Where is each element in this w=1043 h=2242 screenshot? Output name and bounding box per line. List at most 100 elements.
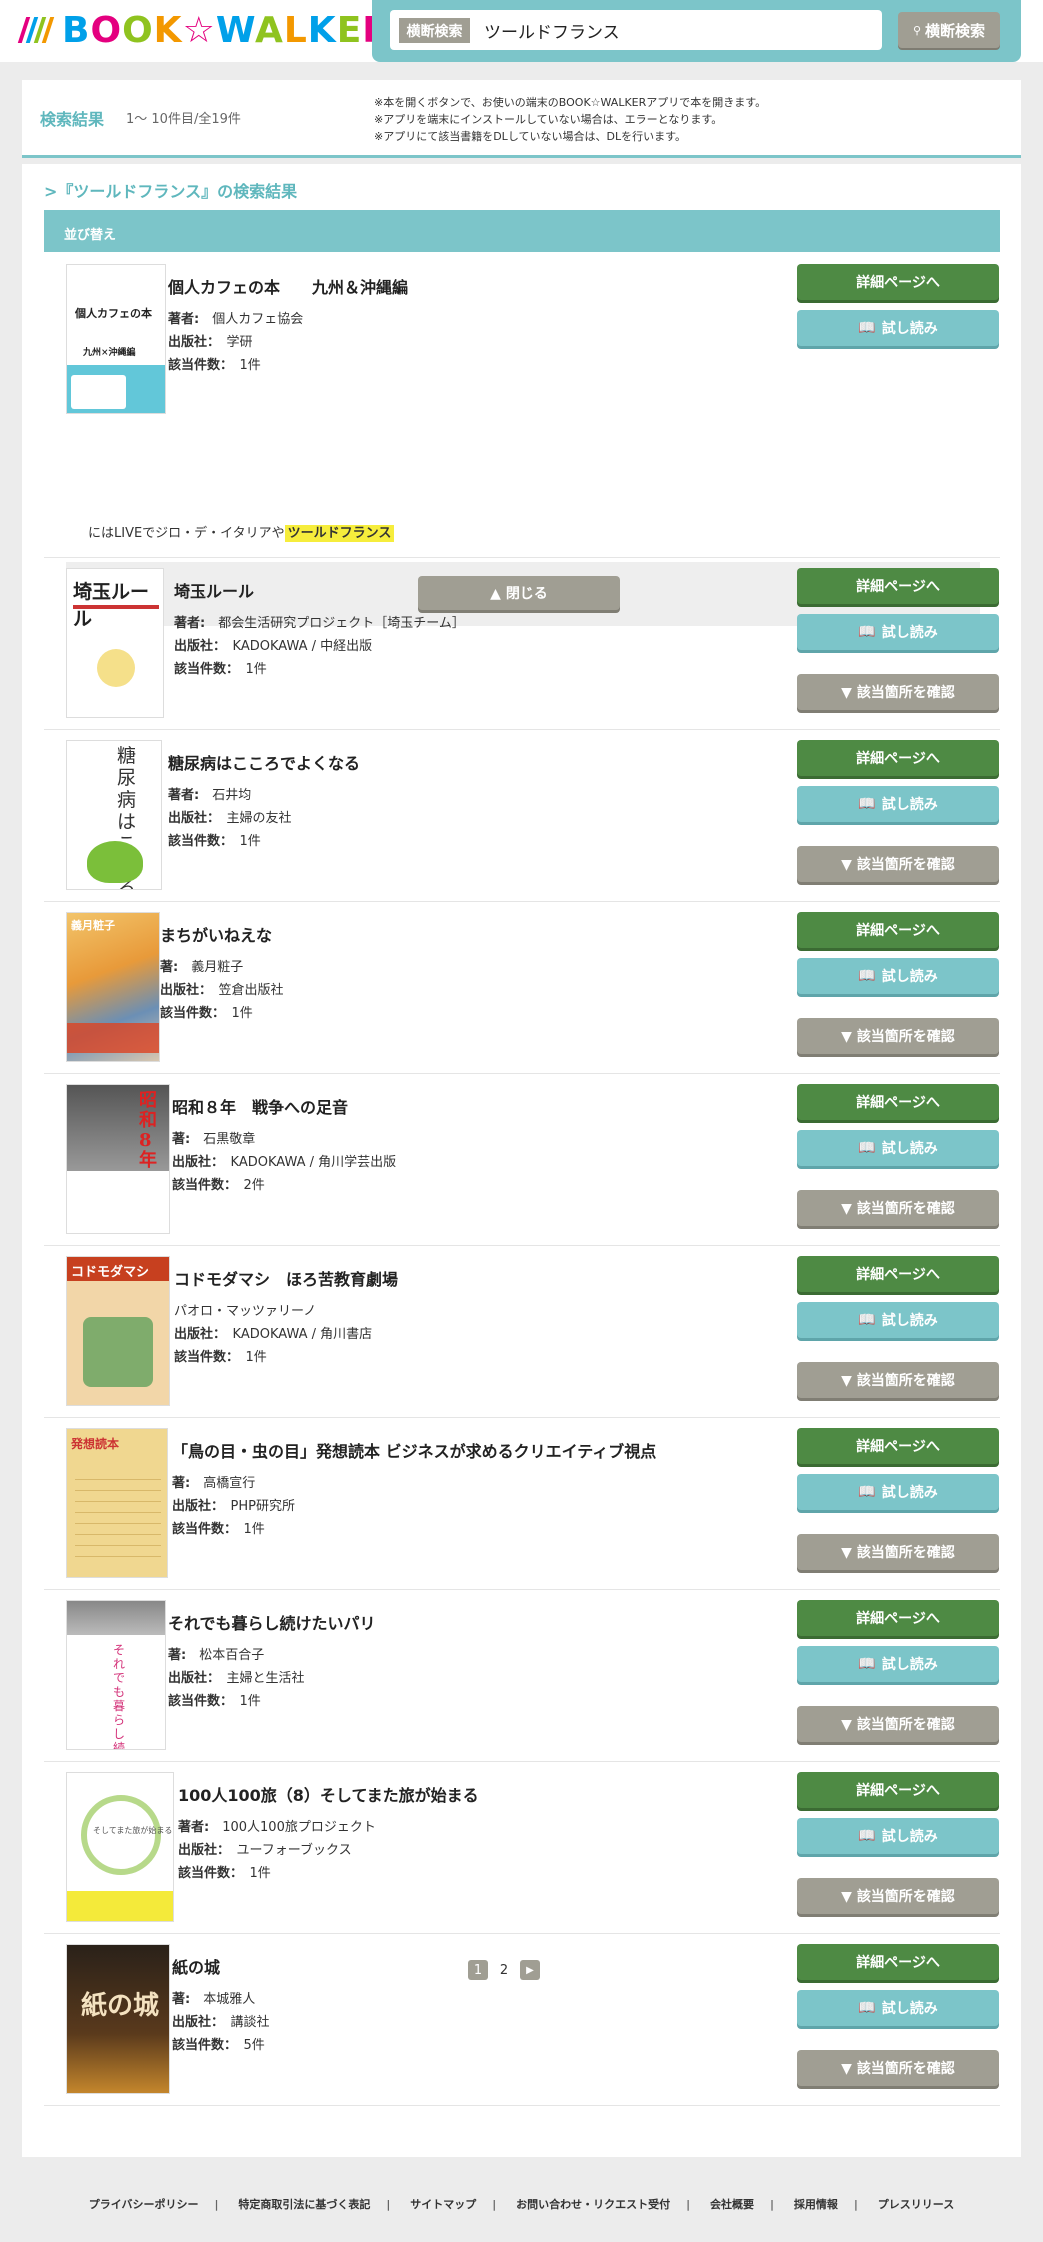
detail-button[interactable]: 詳細ページへ [797,264,999,300]
detail-button[interactable]: 詳細ページへ [797,912,999,948]
trial-button-label: 試し読み [881,1829,938,1845]
book-title[interactable]: 「鳥の目・虫の目」発想読本 ビジネスが求めるクリエイティブ視点 [172,1438,656,1462]
check-location-button[interactable]: ▼ 該当箇所を確認 [797,1190,999,1226]
author-label: 著: [172,1132,191,1147]
trial-button-label: 試し読み [881,969,938,985]
book-title[interactable]: 埼玉ルール [174,578,465,602]
author-label: 著: [168,1648,187,1663]
footer-link-privacy[interactable]: プライバシーポリシー [89,2198,199,2211]
cover-title: そしてまた旅が始まる [93,1826,173,1835]
result-item: 義月粧子 まちがいねえな 著: 義月粧子 出版社： 笠倉出版社 該当件数： 1件… [44,902,1000,1074]
book-info: 埼玉ルール 著者: 都会生活研究プロジェクト［埼玉チーム］ 出版社： KADOK… [174,578,465,681]
book-cover[interactable]: それでも暮らし続けたいパリ [66,1600,166,1750]
footer-link-sitemap[interactable]: サイトマップ [410,2198,476,2211]
book-icon: 📖 [858,1140,876,1156]
result-count: 1〜 10件目/全19件 [126,112,241,127]
page-current: 1 [468,1960,488,1980]
book-cover[interactable]: 埼玉ルール [66,568,164,718]
footer-link-company[interactable]: 会社概要 [710,2198,754,2211]
header: BOOK☆WALKER 横断検索 ⚲ 横断検索 [0,0,1043,62]
page-2-link[interactable]: 2 [494,1960,514,1980]
logo-text: BOOK☆WALKER [62,9,390,51]
book-icon: 📖 [858,1656,876,1672]
book-cover[interactable]: 糖尿病はこころでよくなる [66,740,162,890]
author: 義月粧子 [191,960,244,975]
check-location-button[interactable]: ▼ 該当箇所を確認 [797,2050,999,2086]
trial-button[interactable]: 📖 試し読み [797,1818,999,1854]
check-location-button[interactable]: ▼ 該当箇所を確認 [797,1018,999,1054]
check-location-button[interactable]: ▼ 該当箇所を確認 [797,846,999,882]
author: 石黒敬章 [203,1132,256,1147]
book-cover[interactable]: 個人カフェの本 九州×沖縄編 [66,264,166,414]
pagination: 1 2 ▶ [468,1960,540,1980]
note-line: ※アプリにて該当書籍をDLしていない場合は、DLを行います。 [374,130,686,143]
hits: 1件 [239,834,261,849]
book-info: それでも暮らし続けたいパリ 著: 松本百合子 出版社： 主婦と生活社 該当件数：… [168,1610,376,1713]
author: 個人カフェ協会 [212,312,304,327]
check-location-button[interactable]: ▼ 該当箇所を確認 [797,1362,999,1398]
footer-link-press[interactable]: プレスリリース [878,2198,954,2211]
detail-button[interactable]: 詳細ページへ [797,1256,999,1292]
book-icon: 📖 [858,796,876,812]
next-page-icon[interactable]: ▶ [520,1960,540,1980]
detail-button[interactable]: 詳細ページへ [797,740,999,776]
publisher: ユーフォーブックス [236,1843,352,1858]
search-category-button[interactable]: 横断検索 [395,14,474,47]
result-item: 糖尿病はこころでよくなる 糖尿病はこころでよくなる 著者: 石井均 出版社： 主… [44,730,1000,902]
detail-button[interactable]: 詳細ページへ [797,1600,999,1636]
cover-title: 個人カフェの本 [75,307,152,320]
book-title[interactable]: 紙の城 [172,1954,270,1978]
book-icon: 📖 [858,2000,876,2016]
trial-button[interactable]: 📖 試し読み [797,958,999,994]
book-title[interactable]: 昭和８年 戦争への足音 [172,1094,396,1118]
book-title[interactable]: 100人100旅（8）そしてまた旅が始まる [178,1782,479,1806]
footer-link-contact[interactable]: お問い合わせ・リクエスト受付 [516,2198,670,2211]
result-item: それでも暮らし続けたいパリ それでも暮らし続けたいパリ 著: 松本百合子 出版社… [44,1590,1000,1762]
check-location-button[interactable]: ▼ 該当箇所を確認 [797,674,999,710]
book-cover[interactable]: 義月粧子 [66,912,160,1062]
trial-button[interactable]: 📖 試し読み [797,1990,999,2026]
author: 都会生活研究プロジェクト［埼玉チーム］ [218,616,465,631]
sort-button[interactable]: 並び替え [44,210,1000,252]
book-title[interactable]: コドモダマシ ほろ苦教育劇場 [174,1266,398,1290]
book-cover[interactable]: コドモダマシ [66,1256,170,1406]
book-title[interactable]: それでも暮らし続けたいパリ [168,1610,376,1634]
cover-title: 発想読本 [71,1437,120,1451]
check-location-button[interactable]: ▼ 該当箇所を確認 [797,1878,999,1914]
book-title[interactable]: まちがいねえな [160,922,284,946]
book-cover[interactable]: 発想読本 [66,1428,168,1578]
hits: 1件 [245,1350,267,1365]
publisher-label: 出版社： [178,1843,224,1858]
trial-button[interactable]: 📖 試し読み [797,1302,999,1338]
hits-label: 該当件数： [178,1866,237,1881]
footer-link-commerce[interactable]: 特定商取引法に基づく表記 [238,2198,370,2211]
trial-button[interactable]: 📖 試し読み [797,1130,999,1166]
result-summary-bar: 検索結果 1〜 10件目/全19件 ※本を開くボタンで、お使いの端末のBOOK☆… [22,80,1021,158]
search-button[interactable]: ⚲ 横断検索 [898,12,1000,48]
check-location-button[interactable]: ▼ 該当箇所を確認 [797,1706,999,1742]
book-cover[interactable]: 昭和8年 [66,1084,170,1234]
trial-button[interactable]: 📖 試し読み [797,1474,999,1510]
trial-button[interactable]: 📖 試し読み [797,1646,999,1682]
book-title[interactable]: 糖尿病はこころでよくなる [168,750,360,774]
book-info: コドモダマシ ほろ苦教育劇場 パオロ・マッツァリーノ 出版社： KADOKAWA… [174,1266,398,1369]
book-cover[interactable]: そしてまた旅が始まる [66,1772,174,1922]
trial-button[interactable]: 📖 試し読み [797,614,999,650]
book-cover[interactable]: 紙の城 [66,1944,170,2094]
bookwalker-logo[interactable]: BOOK☆WALKER [17,8,391,52]
check-location-button[interactable]: ▼ 該当箇所を確認 [797,1534,999,1570]
detail-button[interactable]: 詳細ページへ [797,1772,999,1808]
detail-button[interactable]: 詳細ページへ [797,1944,999,1980]
author: 本城雅人 [203,1992,256,2007]
hits: 1件 [231,1006,253,1021]
book-title[interactable]: 個人カフェの本 九州＆沖縄編 [168,274,408,298]
detail-button[interactable]: 詳細ページへ [797,1428,999,1464]
trial-button[interactable]: 📖 試し読み [797,310,999,346]
detail-button[interactable]: 詳細ページへ [797,1084,999,1120]
trial-button[interactable]: 📖 試し読み [797,786,999,822]
excerpt: にはLIVEでジロ・デ・イタリアや ツールドフランス [88,522,395,542]
footer-link-recruit[interactable]: 採用情報 [794,2198,838,2211]
trial-button-label: 試し読み [881,1485,938,1501]
detail-button[interactable]: 詳細ページへ [797,568,999,604]
hits: 1件 [249,1866,271,1881]
